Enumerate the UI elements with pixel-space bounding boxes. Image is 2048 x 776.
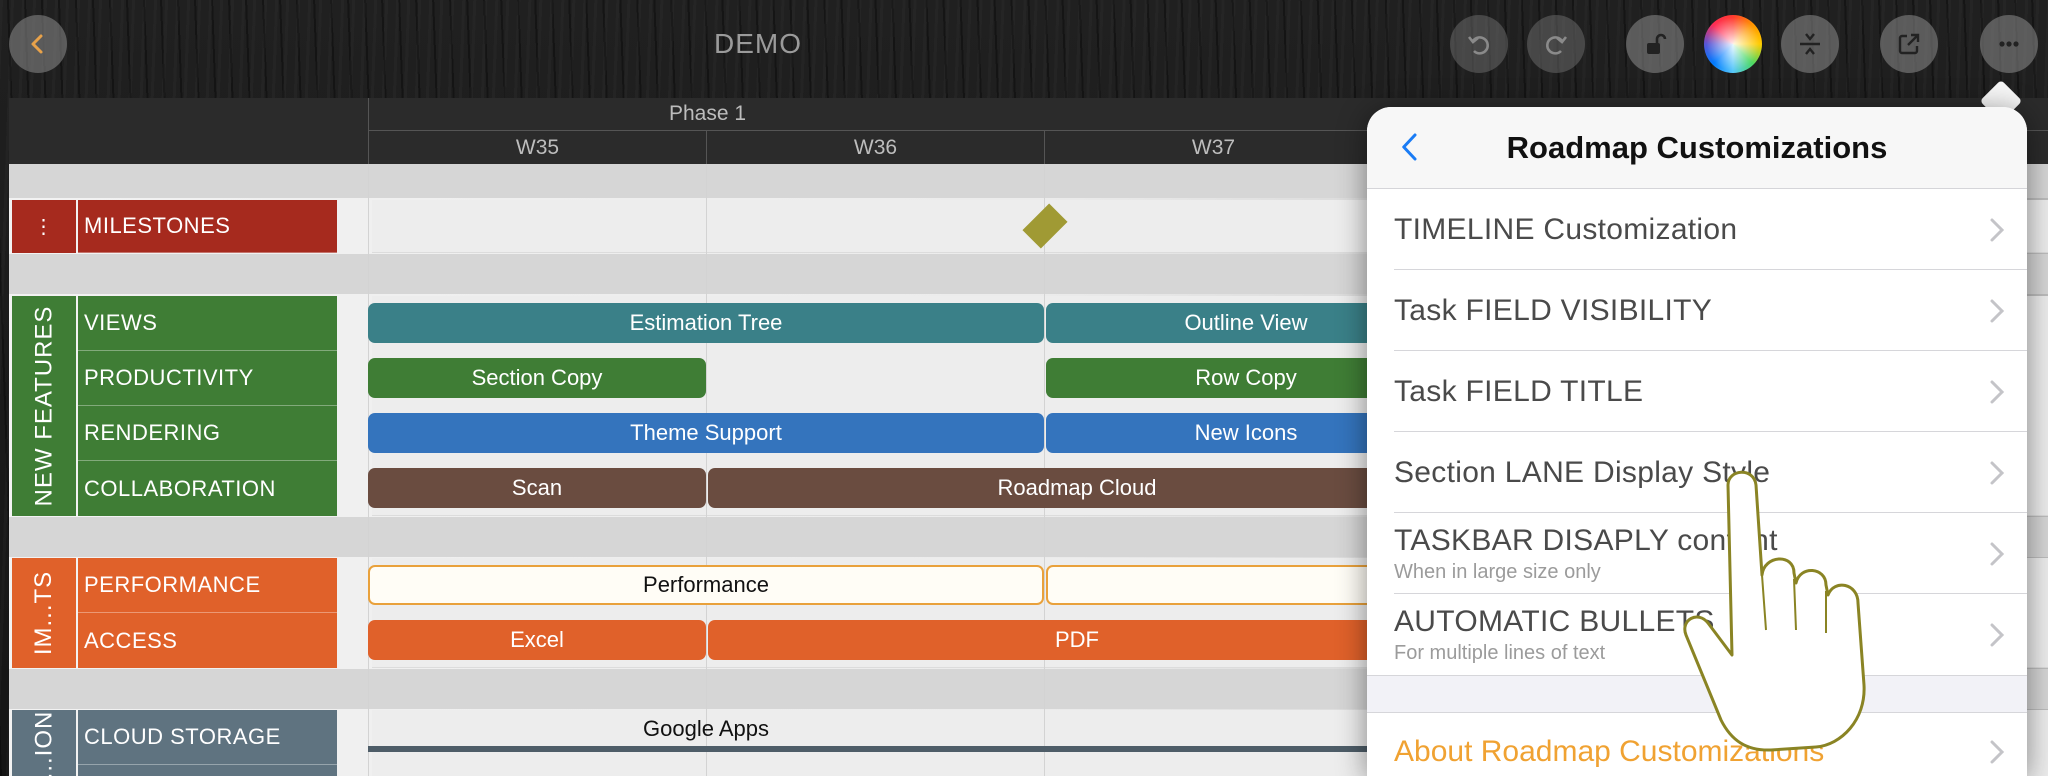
lock-button[interactable]	[1626, 15, 1684, 73]
share-button[interactable]	[1880, 15, 1938, 73]
task-theme-support[interactable]: Theme Support	[368, 413, 1044, 453]
lane-label-performance[interactable]: PERFORMANCE	[78, 558, 337, 613]
redo-icon	[1546, 36, 1568, 55]
menu-item-label: Task FIELD VISIBILITY	[1394, 293, 1713, 327]
undo-icon	[1467, 36, 1489, 55]
lane-label-milestones[interactable]: MILESTONES	[78, 200, 337, 253]
unlock-icon	[1647, 33, 1667, 54]
chevron-left-icon	[1402, 133, 1417, 161]
menu-item-label: Task FIELD TITLE	[1394, 374, 1644, 408]
task-google-apps-bar[interactable]	[368, 746, 1448, 752]
task-section-copy[interactable]: Section Copy	[368, 358, 706, 398]
section-integration[interactable]: ...ION	[12, 710, 76, 776]
menu-item-timeline-customization[interactable]: TIMELINE Customization	[1367, 189, 2027, 270]
lane-label-rendering[interactable]: RENDERING	[78, 406, 337, 461]
color-wheel-icon[interactable]	[1704, 15, 1762, 73]
share-icon	[1898, 33, 1920, 55]
lane-label-collaboration[interactable]: COLLABORATION	[78, 461, 337, 516]
chevron-right-icon	[1990, 542, 2005, 566]
week-w37: W37	[1044, 131, 1382, 164]
more-button[interactable]	[1980, 15, 2038, 73]
popover-header: Roadmap Customizations	[1367, 107, 2027, 189]
lane-label-views[interactable]: VIEWS	[78, 296, 337, 351]
section-new-features[interactable]: NEW FEATURES	[12, 296, 76, 516]
task-scan[interactable]: Scan	[368, 468, 706, 508]
week-w35: W35	[368, 131, 706, 164]
task-excel[interactable]: Excel	[368, 620, 706, 660]
menu-item-task-field-title[interactable]: Task FIELD TITLE	[1367, 351, 2027, 432]
menu-item-task-field-visibility[interactable]: Task FIELD VISIBILITY	[1367, 270, 2027, 351]
lane-label-next	[78, 765, 337, 776]
menu-item-label: TIMELINE Customization	[1394, 212, 1738, 246]
pointing-hand-icon	[1683, 470, 1866, 752]
chevron-right-icon	[1990, 740, 2005, 764]
chevron-right-icon	[1990, 218, 2005, 242]
popover-back-button[interactable]	[1389, 127, 1429, 167]
section-improvements[interactable]: IM...TS	[12, 558, 76, 668]
task-performance[interactable]: Performance	[368, 565, 1044, 605]
chevron-right-icon	[1990, 380, 2005, 404]
document-title: DEMO	[714, 28, 802, 59]
redo-button[interactable]	[1527, 15, 1585, 73]
task-estimation-tree[interactable]: Estimation Tree	[368, 303, 1044, 343]
lane-label-productivity[interactable]: PRODUCTIVITY	[78, 351, 337, 406]
chevron-right-icon	[1990, 461, 2005, 485]
milestones-menu-button[interactable]: ⋮	[12, 200, 76, 253]
more-icon	[1999, 41, 2019, 47]
grid-line	[706, 164, 707, 776]
undo-button[interactable]	[1450, 15, 1508, 73]
week-w36: W36	[706, 131, 1044, 164]
chevron-right-icon	[1990, 299, 2005, 323]
top-toolbar: DEMO	[0, 0, 2048, 92]
task-pdf[interactable]: PDF	[708, 620, 1446, 660]
row-height-button[interactable]	[1781, 15, 1839, 73]
popover-title: Roadmap Customizations	[1506, 129, 1888, 165]
chevron-right-icon	[1990, 623, 2005, 647]
lane-label-access[interactable]: ACCESS	[78, 613, 337, 668]
task-google-apps[interactable]: Google Apps	[368, 716, 1044, 742]
row-height-icon	[1800, 33, 1820, 55]
lane-label-cloud-storage[interactable]: CLOUD STORAGE	[78, 710, 337, 765]
task-roadmap-cloud[interactable]: Roadmap Cloud	[708, 468, 1446, 508]
